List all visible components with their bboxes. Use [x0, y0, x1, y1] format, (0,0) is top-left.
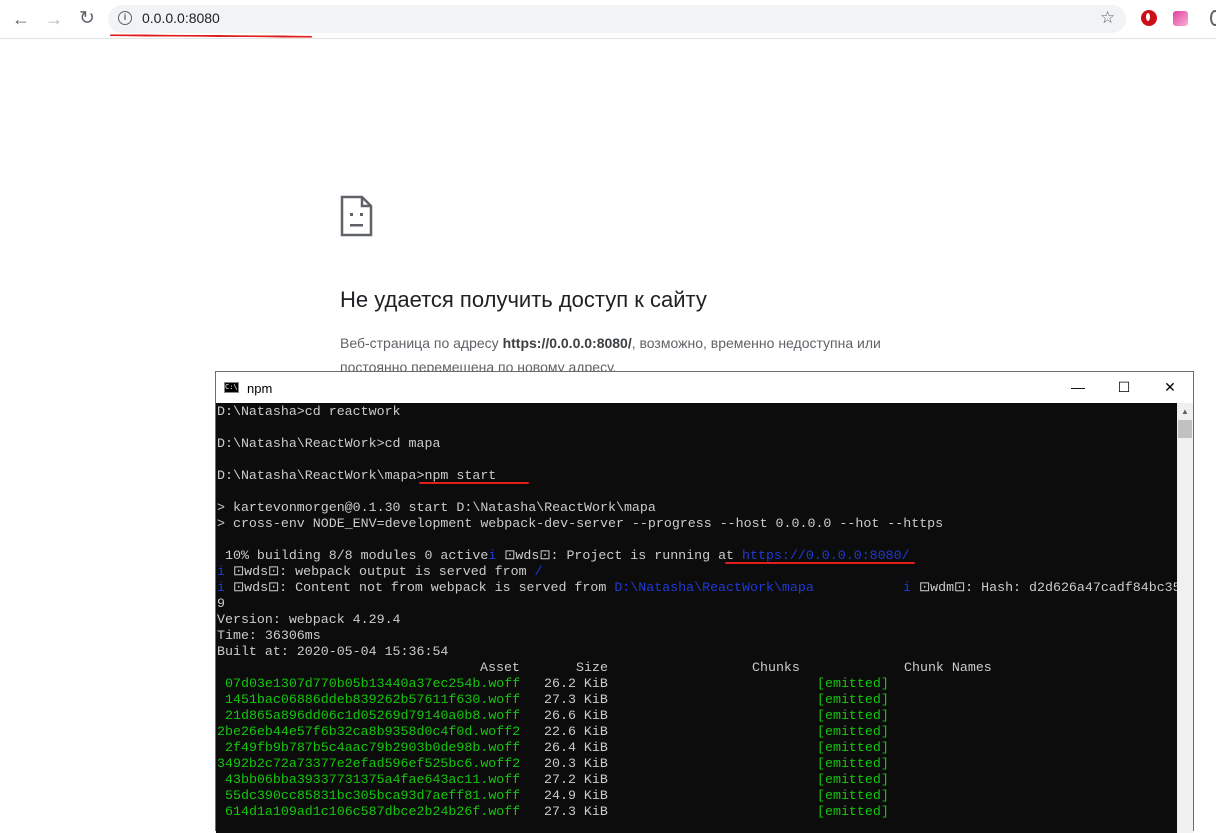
- asset-status: [emitted]: [817, 740, 889, 755]
- opera-extension-icon[interactable]: [1141, 10, 1157, 26]
- asset-name: 2f49fb9b787b5c4aac79b2903b0de98b.woff: [225, 740, 521, 755]
- console-line: Version: webpack 4.29.4: [217, 612, 401, 627]
- console-line: > cross-env NODE_ENV=development webpack…: [217, 516, 944, 531]
- console-scrollbar[interactable]: ▲: [1177, 403, 1193, 833]
- table-header-asset: Asset: [480, 660, 520, 675]
- console-prompt: D:\Natasha\ReactWork\mapa>: [217, 468, 425, 483]
- console-line: Built at: 2020-05-04 15:36:54: [217, 644, 449, 659]
- profile-icon[interactable]: [1210, 10, 1216, 26]
- close-icon[interactable]: ✕: [1147, 372, 1193, 403]
- browser-toolbar: ← → ↻ i 0.0.0.0:8080 ☆: [0, 0, 1216, 39]
- console-progress: 10% building 8/8 modules 0 active: [217, 548, 489, 563]
- info-marker: i: [217, 580, 225, 595]
- console-output[interactable]: D:\Natasha>cd reactwork D:\Natasha\React…: [216, 403, 1177, 833]
- asset-name: 1451bac06886ddeb839262b57611f630.woff: [225, 692, 521, 707]
- asset-size: 20.3 KiB: [544, 756, 608, 771]
- project-url-annotation-underline: [725, 562, 915, 564]
- scroll-up-arrow-icon[interactable]: ▲: [1177, 405, 1193, 419]
- console-app-icon: C:\: [224, 382, 239, 393]
- asset-size: 22.6 KiB: [544, 724, 608, 739]
- asset-name: 614d1a109ad1c106c587dbce2b24b26f.woff: [225, 804, 521, 819]
- project-url-link[interactable]: https://0.0.0.0:8080/: [742, 548, 910, 563]
- info-marker: i: [217, 564, 225, 579]
- table-header-chunks: Chunks: [752, 660, 800, 675]
- console-titlebar[interactable]: C:\ npm — ☐ ✕: [216, 372, 1193, 403]
- asset-size: 27.3 KiB: [544, 804, 608, 819]
- console-text: ⊡wdm⊡: Hash: d2d626a47cadf84bc35: [910, 580, 1177, 595]
- asset-status: [emitted]: [817, 724, 889, 739]
- command-annotation-underline: [419, 482, 529, 484]
- url-text[interactable]: 0.0.0.0:8080: [142, 10, 220, 26]
- console-text: ⊡wds⊡: Project is running at: [496, 548, 743, 563]
- console-text: ⊡wds⊡: webpack output is served from: [224, 564, 535, 579]
- scroll-thumb[interactable]: [1178, 420, 1192, 438]
- back-arrow-icon[interactable]: ←: [9, 7, 33, 31]
- console-line: D:\Natasha>cd reactwork: [217, 404, 401, 419]
- maximize-icon[interactable]: ☐: [1101, 372, 1147, 403]
- console-line: i ⊡wds⊡: webpack output is served from /: [217, 564, 543, 580]
- asset-name: 2be26eb44e57f6b32ca8b9358d0c4f0d.woff2: [217, 724, 521, 739]
- error-desc-pre: Веб-страница по адресу: [340, 335, 503, 351]
- console-line-part: i ⊡wdm⊡: Hash: d2d626a47cadf84bc35: [903, 580, 1177, 596]
- console-line: D:\Natasha\ReactWork>cd mapa: [217, 436, 441, 451]
- table-header-chunk-names: Chunk Names: [904, 660, 992, 675]
- console-path: /: [534, 564, 543, 579]
- error-desc-url: https://0.0.0.0:8080/: [502, 335, 632, 351]
- asset-status: [emitted]: [817, 676, 889, 691]
- extension-icon[interactable]: [1173, 11, 1188, 26]
- minimize-icon[interactable]: —: [1055, 372, 1101, 403]
- info-marker: i: [903, 580, 911, 595]
- asset-name: 3492b2c72a73377e2efad596ef525bc6.woff2: [217, 756, 521, 771]
- asset-size: 27.2 KiB: [544, 772, 608, 787]
- asset-size: 26.2 KiB: [544, 676, 608, 691]
- console-line: > kartevonmorgen@0.1.30 start D:\Natasha…: [217, 500, 656, 515]
- asset-name: 07d03e1307d770b05b13440a37ec254b.woff: [225, 676, 521, 691]
- info-icon[interactable]: i: [118, 11, 132, 25]
- asset-status: [emitted]: [817, 804, 889, 819]
- asset-name: 43bb06bba39337731375a4fae643ac11.woff: [225, 772, 521, 787]
- asset-status: [emitted]: [817, 708, 889, 723]
- console-path: D:\Natasha\ReactWork\mapa: [614, 580, 814, 595]
- asset-status: [emitted]: [817, 692, 889, 707]
- address-bar[interactable]: [108, 5, 1126, 33]
- error-title: Не удается получить доступ к сайту: [340, 287, 707, 312]
- sad-page-icon: [340, 195, 373, 237]
- console-title: npm: [247, 381, 273, 396]
- star-icon[interactable]: ☆: [1100, 8, 1115, 28]
- console-text: ⊡wds⊡: Content not from webpack is serve…: [224, 580, 615, 595]
- asset-status: [emitted]: [817, 756, 889, 771]
- table-header-size: Size: [576, 660, 608, 675]
- console-line: i ⊡wds⊡: Content not from webpack is ser…: [217, 580, 814, 596]
- asset-size: 26.4 KiB: [544, 740, 608, 755]
- asset-size: 27.3 KiB: [544, 692, 608, 707]
- asset-status: [emitted]: [817, 788, 889, 803]
- console-line: Time: 36306ms: [217, 628, 321, 643]
- forward-arrow-icon[interactable]: →: [42, 7, 66, 31]
- reload-icon[interactable]: ↻: [75, 7, 99, 31]
- console-line: 9: [217, 596, 225, 611]
- asset-name: 55dc390cc85831bc305bca93d7aeff81.woff: [225, 788, 521, 803]
- console-command: npm start: [424, 468, 497, 483]
- console-window: C:\ npm — ☐ ✕ D:\Natasha>cd reactwork D:…: [215, 371, 1194, 833]
- asset-size: 24.9 KiB: [544, 788, 608, 803]
- asset-status: [emitted]: [817, 772, 889, 787]
- asset-size: 26.6 KiB: [544, 708, 608, 723]
- asset-name: 21d865a896dd06c1d05269d79140a0b8.woff: [225, 708, 521, 723]
